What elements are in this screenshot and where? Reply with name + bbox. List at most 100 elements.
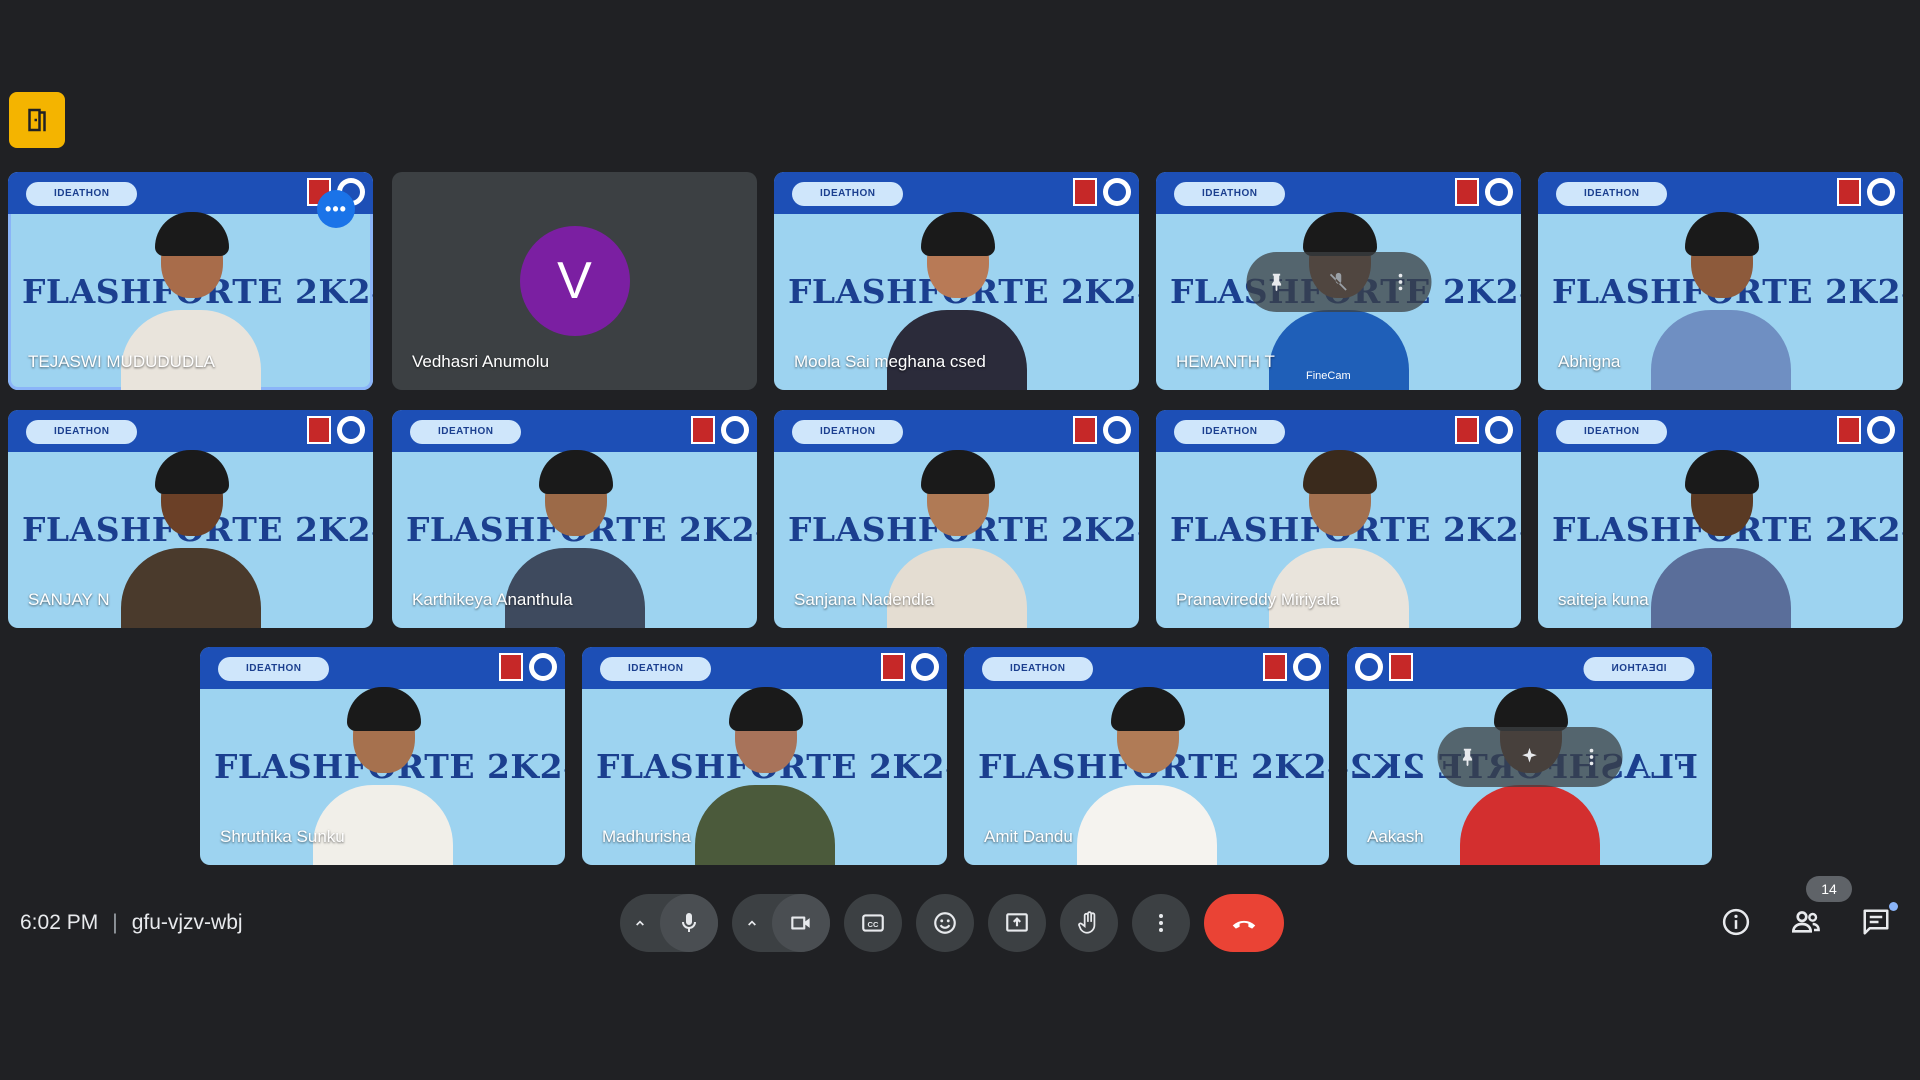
meeting-info: 6:02 PM | gfu-vjzv-wbj: [20, 908, 243, 938]
event-logo: [1485, 178, 1513, 206]
participant-name: Sanjana Nadendla: [794, 590, 934, 609]
hand-raise-queue-badge[interactable]: [9, 92, 65, 148]
college-logo: [1455, 178, 1479, 206]
emoji-reactions-button[interactable]: [916, 894, 974, 952]
chat-notification-dot: [1889, 902, 1898, 911]
audio-settings-chevron-up-icon[interactable]: [620, 894, 660, 952]
side-panel-controls: [1712, 898, 1900, 946]
more-options-dots-icon[interactable]: •••: [317, 190, 355, 228]
event-logo: [1293, 653, 1321, 681]
door-icon: [28, 108, 46, 132]
participant-tile[interactable]: IDEATHON FLASHFORTE 2K24 Karthikeya Anan…: [392, 410, 757, 628]
college-logo: [881, 653, 905, 681]
event-logos: [1263, 653, 1321, 681]
mute-participant-icon[interactable]: [1324, 268, 1352, 296]
participant-tile[interactable]: IDEATHON FLASHFORTE 2K24 HEMANTH T FineC…: [1156, 172, 1521, 390]
event-logo: [911, 653, 939, 681]
captions-button[interactable]: CC: [844, 894, 902, 952]
event-logos: [1455, 416, 1513, 444]
participant-name: Abhigna: [1558, 352, 1621, 371]
event-logo: [529, 653, 557, 681]
more-vert-icon[interactable]: [1577, 743, 1605, 771]
participant-name: Shruthika Sunku: [220, 827, 345, 846]
captions-icon: CC: [862, 914, 884, 932]
participant-tile[interactable]: IDEATHON FLASHFORTE 2K24 Aakash: [1347, 647, 1712, 865]
svg-text:CC: CC: [868, 920, 879, 929]
event-logo: [1867, 178, 1895, 206]
college-logo: [1837, 416, 1861, 444]
present-screen-button[interactable]: [988, 894, 1046, 952]
participant-name: saiteja kuna: [1558, 590, 1649, 609]
event-logos: [1837, 178, 1895, 206]
participant-tile[interactable]: V Vedhasri Anumolu: [392, 172, 757, 390]
college-logo: [1837, 178, 1861, 206]
chat-button[interactable]: [1852, 898, 1900, 946]
mic-icon: [682, 913, 696, 932]
participant-video: [694, 675, 835, 865]
more-options-button[interactable]: [1132, 894, 1190, 952]
college-logo: [1073, 178, 1097, 206]
meeting-time: 6:02 PM: [20, 911, 99, 934]
meeting-code: gfu-vjzv-wbj: [131, 911, 243, 934]
participant-tile[interactable]: IDEATHON FLASHFORTE 2K24 Shruthika Sunku: [200, 647, 565, 865]
mic-button[interactable]: [660, 894, 718, 952]
event-logos: [1355, 653, 1413, 681]
meeting-details-button[interactable]: [1712, 898, 1760, 946]
event-logo: [1103, 416, 1131, 444]
participant-name: HEMANTH T: [1176, 352, 1275, 371]
video-settings-chevron-up-icon[interactable]: [732, 894, 772, 952]
event-logos: [881, 653, 939, 681]
participant-video: [1650, 200, 1791, 390]
college-logo: [1389, 653, 1413, 681]
participant-tile[interactable]: IDEATHON FLASHFORTE 2K24 Moola Sai megha…: [774, 172, 1139, 390]
visual-effects-icon[interactable]: [1515, 743, 1543, 771]
participant-name: Madhurisha: [602, 827, 691, 846]
event-logo: [1485, 416, 1513, 444]
present-screen-icon: [1006, 913, 1028, 932]
leave-call-button[interactable]: [1204, 894, 1284, 952]
event-logos: [307, 416, 365, 444]
chat-icon: [1863, 909, 1889, 935]
participant-tile[interactable]: IDEATHON FLASHFORTE 2K24 Amit Dandu: [964, 647, 1329, 865]
more-vert-icon[interactable]: [1386, 268, 1414, 296]
participant-tile[interactable]: IDEATHON FLASHFORTE 2K24 Madhurisha: [582, 647, 947, 865]
participant-tile[interactable]: IDEATHON FLASHFORTE 2K24 saiteja kuna: [1538, 410, 1903, 628]
participant-video: [120, 438, 261, 628]
participant-video: [1650, 438, 1791, 628]
pin-icon[interactable]: [1454, 743, 1482, 771]
tile-hover-controls: [1437, 727, 1622, 787]
event-logos: [1837, 416, 1895, 444]
info-icon: [1722, 908, 1750, 936]
event-logo: [1103, 178, 1131, 206]
camera-button[interactable]: [772, 894, 830, 952]
emoji-icon: [934, 912, 956, 934]
college-logo: [499, 653, 523, 681]
participant-tile[interactable]: IDEATHON FLASHFORTE 2K24 Pranavireddy Mi…: [1156, 410, 1521, 628]
college-logo: [1263, 653, 1287, 681]
event-logo: [721, 416, 749, 444]
participant-tile[interactable]: IDEATHON FLASHFORTE 2K24 Sanjana Nadendl…: [774, 410, 1139, 628]
event-logo: [337, 416, 365, 444]
finecam-watermark: FineCam: [1306, 370, 1351, 382]
pin-icon[interactable]: [1263, 268, 1291, 296]
participant-name: TEJASWI MUDUDUDLA: [28, 352, 216, 371]
avatar: V: [519, 226, 630, 336]
event-logo: [1355, 653, 1383, 681]
event-logos: [1073, 416, 1131, 444]
more-options-icon: [1159, 914, 1163, 932]
people-button[interactable]: [1782, 898, 1830, 946]
event-logos: [1455, 178, 1513, 206]
participant-tile[interactable]: IDEATHON FLASHFORTE 2K24 ••• TEJASWI MUD…: [8, 172, 373, 390]
raise-hand-button[interactable]: [1060, 894, 1118, 952]
people-icon: [1791, 911, 1820, 933]
call-controls: CC: [620, 894, 1284, 952]
camera-icon: [791, 916, 810, 930]
meeting-separator: |: [112, 911, 118, 934]
college-logo: [1455, 416, 1479, 444]
participant-name: Amit Dandu: [984, 827, 1073, 846]
participant-name: Vedhasri Anumolu: [412, 352, 550, 371]
participant-name: Karthikeya Ananthula: [412, 590, 573, 609]
event-logos: [1073, 178, 1131, 206]
participant-tile[interactable]: IDEATHON FLASHFORTE 2K24 SANJAY N: [8, 410, 373, 628]
participant-tile[interactable]: IDEATHON FLASHFORTE 2K24 Abhigna: [1538, 172, 1903, 390]
